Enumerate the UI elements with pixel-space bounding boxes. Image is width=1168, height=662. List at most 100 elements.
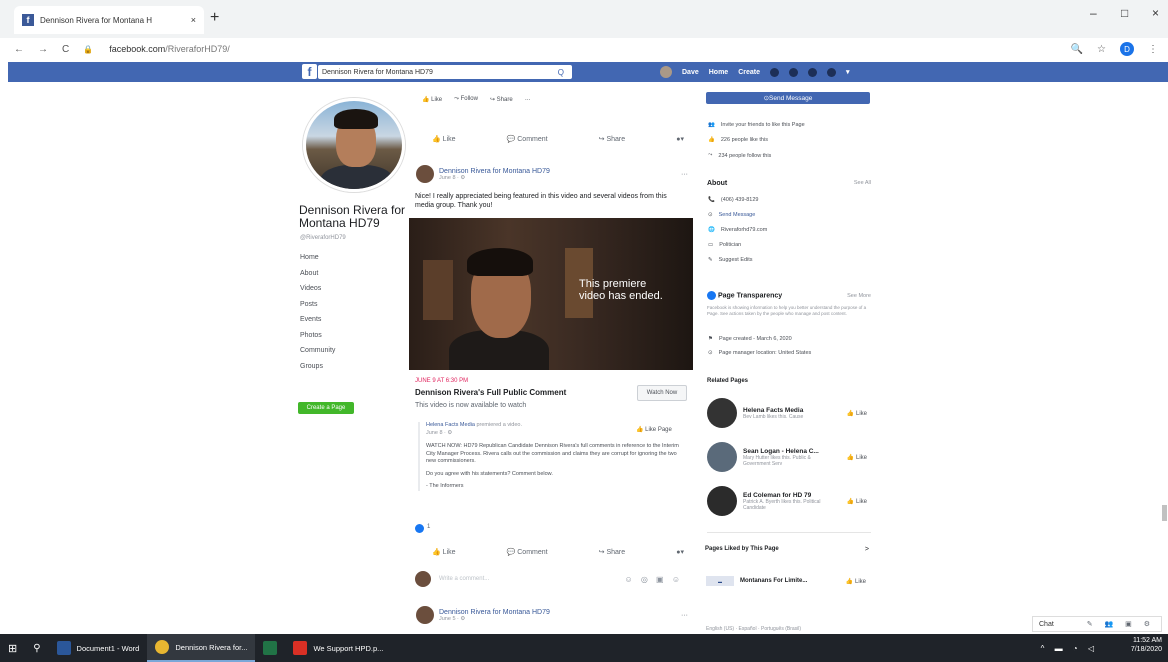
left-nav-groups[interactable]: Groups xyxy=(300,363,335,370)
like-reaction-icon[interactable] xyxy=(415,524,424,533)
tab-close-button[interactable]: × xyxy=(191,15,196,25)
new-tab-button[interactable]: + xyxy=(210,9,219,27)
shared-author[interactable]: Helena Facts Media xyxy=(426,422,475,428)
audience-selector-icon[interactable]: ●▾ xyxy=(676,135,684,143)
system-tray-icons[interactable]: ^ ▬ ◔ ◁ xyxy=(1041,644,1098,653)
notifications-icon[interactable] xyxy=(807,67,817,77)
post-author[interactable]: Dennison Rivera for Montana HD79 xyxy=(439,168,550,175)
language-links[interactable]: English (US) · Español · Português (Bras… xyxy=(706,626,801,632)
share-button[interactable]: ↪ Share xyxy=(599,135,626,143)
back-button[interactable]: ← xyxy=(14,44,24,55)
post-author-avatar[interactable] xyxy=(416,165,434,183)
post-author-avatar-2[interactable] xyxy=(416,606,434,624)
liked-by-header: Pages Liked by This Page > xyxy=(705,546,869,553)
post-options-icon[interactable]: ··· xyxy=(681,171,688,178)
page-follow-button[interactable]: ⤳ Follow xyxy=(454,96,478,103)
category: ▭ Politician xyxy=(708,242,742,248)
related-like-button[interactable]: 👍 Like xyxy=(847,498,867,505)
left-nav-photos[interactable]: Photos xyxy=(300,332,335,339)
friends-icon[interactable] xyxy=(769,67,779,77)
post-text: Nice! I really appreciated being feature… xyxy=(415,193,667,209)
help-icon[interactable] xyxy=(826,67,836,77)
like-button[interactable]: 👍 Like xyxy=(432,135,456,143)
reaction-count[interactable]: 1 xyxy=(427,524,430,530)
comment-button-2[interactable]: 💬 Comment xyxy=(507,548,548,556)
post-date-2[interactable]: June 5 · ⚙ xyxy=(439,616,550,622)
forward-button[interactable]: → xyxy=(38,44,48,55)
chat-label[interactable]: Chat xyxy=(1039,621,1054,628)
nav-create[interactable]: Create xyxy=(738,69,760,76)
video-title[interactable]: Dennison Rivera's Full Public Comment xyxy=(415,388,566,397)
nav-home[interactable]: Home xyxy=(709,69,728,76)
like-button-2[interactable]: 👍 Like xyxy=(432,548,456,556)
related-like-button[interactable]: 👍 Like xyxy=(847,410,867,417)
suggest-edits-link[interactable]: ✎ Suggest Edits xyxy=(708,257,872,263)
audience-selector-icon-2[interactable]: ●▾ xyxy=(676,548,684,556)
phone-number[interactable]: 📞 (406) 439-8129 xyxy=(708,197,872,203)
post-author-2[interactable]: Dennison Rivera for Montana HD79 xyxy=(439,609,550,616)
watch-now-button[interactable]: Watch Now xyxy=(637,385,687,401)
left-nav-posts[interactable]: Posts xyxy=(300,301,335,308)
left-nav-home[interactable]: Home xyxy=(300,254,335,261)
send-message-link[interactable]: ⊙ Send Message xyxy=(708,212,872,218)
left-nav-videos[interactable]: Videos xyxy=(300,285,335,292)
related-like-button[interactable]: 👍 Like xyxy=(847,454,867,461)
post-options-icon-2[interactable]: ··· xyxy=(681,612,688,619)
chevron-right-icon[interactable]: > xyxy=(865,546,869,553)
profile-picture[interactable] xyxy=(303,98,405,192)
browser-menu-icon[interactable]: ⋮ xyxy=(1148,44,1158,55)
left-nav-events[interactable]: Events xyxy=(300,316,335,323)
chat-options-icons[interactable]: ✎ 👥 ▣ ⚙ xyxy=(1087,620,1155,628)
account-menu-chevron-icon[interactable]: ▾ xyxy=(846,68,850,76)
like-page-button[interactable]: 👍 Like Page xyxy=(636,426,672,433)
video-player[interactable]: This premiere video has ended. xyxy=(409,218,693,370)
system-clock[interactable]: 11:52 AM 7/18/2020 xyxy=(1131,636,1162,654)
facebook-header-bar xyxy=(8,62,1168,82)
taskbar-word[interactable]: Document1 - Word xyxy=(49,634,148,662)
minimize-button[interactable]: – xyxy=(1090,6,1097,20)
url-input[interactable]: facebook.com/RiveraforHD79/ xyxy=(109,44,230,54)
related-page-item[interactable]: Ed Coleman for HD 79 Patrick A. Byerth l… xyxy=(707,486,867,516)
search-icon[interactable]: Q xyxy=(558,68,572,77)
post-date[interactable]: June 8 · ⚙ xyxy=(439,175,550,181)
related-page-item[interactable]: Sean Logan - Helena C... Mary Hutter lik… xyxy=(707,442,867,472)
start-button[interactable]: ⊞ xyxy=(0,634,25,662)
taskbar-excel[interactable] xyxy=(255,634,285,662)
bookmark-star-icon[interactable]: ☆ xyxy=(1097,44,1106,55)
messenger-icon[interactable] xyxy=(788,67,798,77)
liked-page-like-button[interactable]: 👍 Like xyxy=(846,578,866,585)
taskbar-pdf[interactable]: We Support HPD.p... xyxy=(285,634,391,662)
page-more-button[interactable]: … xyxy=(525,96,531,103)
user-avatar[interactable] xyxy=(660,66,672,78)
left-nav-about[interactable]: About xyxy=(300,270,335,277)
maximize-button[interactable]: □ xyxy=(1121,6,1128,20)
facebook-logo-icon[interactable]: f xyxy=(302,64,317,79)
transparency-see-more[interactable]: See More xyxy=(847,293,871,299)
zoom-search-icon[interactable]: 🔍 xyxy=(1071,44,1083,55)
nav-user[interactable]: Dave xyxy=(682,69,699,76)
create-page-button[interactable]: Create a Page xyxy=(298,402,354,414)
left-nav-community[interactable]: Community xyxy=(300,347,335,354)
page-share-button[interactable]: ↪ Share xyxy=(490,96,513,103)
about-see-all[interactable]: See All xyxy=(854,180,871,187)
taskbar-search-icon[interactable]: ⚲ xyxy=(25,634,48,662)
profile-avatar[interactable]: D xyxy=(1120,42,1134,56)
close-window-button[interactable]: × xyxy=(1152,6,1159,20)
share-button-2[interactable]: ↪ Share xyxy=(599,548,626,556)
page-like-button[interactable]: 👍 Like xyxy=(422,96,442,103)
page-scrollbar[interactable] xyxy=(1162,505,1167,521)
comment-button[interactable]: 💬 Comment xyxy=(507,135,548,143)
comment-attachment-icons[interactable]: ☺ ◎ ▣ ☺ xyxy=(624,575,683,584)
website-link[interactable]: 🌐 Riveraforhd79.com xyxy=(708,227,872,233)
send-message-button[interactable]: ⊙ Send Message xyxy=(706,92,870,104)
liked-page-item[interactable]: ▬ Montanans For Limite... 👍 Like xyxy=(706,576,866,586)
related-page-item[interactable]: Helena Facts Media Bev Lamb likes this. … xyxy=(707,398,867,428)
facebook-search-input[interactable]: Dennison Rivera for Montana HD79 Q xyxy=(318,65,572,79)
taskbar-chrome[interactable]: Dennison Rivera for... xyxy=(147,634,256,662)
browser-tab[interactable]: f Dennison Rivera for Montana H × xyxy=(14,6,204,34)
comment-input[interactable]: Write a comment... xyxy=(439,576,616,582)
chat-bar[interactable]: Chat ✎ 👥 ▣ ⚙ xyxy=(1032,616,1162,632)
related-page-avatar xyxy=(707,398,737,428)
invite-friends-link[interactable]: 👥 Invite your friends to like this Page xyxy=(708,122,872,128)
reload-button[interactable]: C xyxy=(62,44,69,55)
